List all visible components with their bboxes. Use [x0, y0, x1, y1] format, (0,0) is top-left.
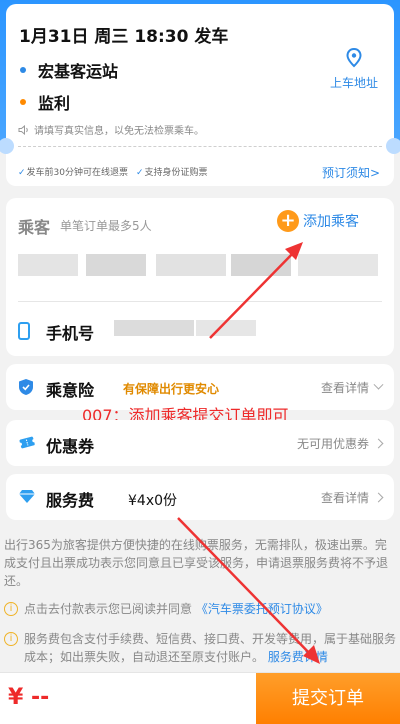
insurance-slogan: 有保障出行更安心 — [123, 382, 220, 396]
location-pin-icon — [346, 48, 362, 68]
blurred-passenger-info — [231, 254, 291, 276]
info-icon: i — [4, 632, 18, 646]
origin-station: 宏基客运站 — [38, 62, 119, 81]
destination-dot-icon — [20, 99, 26, 105]
destination-station: 监利 — [38, 94, 71, 113]
passenger-divider — [18, 301, 382, 302]
blurred-phone-number — [196, 320, 256, 336]
notice-row: 请填写真实信息，以免无法检票乘车。 — [18, 122, 204, 137]
insurance-label: 乘意险 — [46, 381, 95, 400]
service-fee-label: 服务费 — [46, 491, 95, 510]
ticket-notch-right — [386, 138, 400, 154]
check-icon: ✓ — [136, 168, 144, 178]
check-icon: ✓ — [18, 168, 26, 178]
phone-label: 手机号 — [46, 324, 95, 343]
passenger-title: 乘客 — [18, 218, 51, 237]
fee-note-text: 服务费包含支付手续费、短信费、接口费、开发等费用，属于基础服务成本；如出票失败，… — [24, 632, 397, 664]
blurred-passenger-info — [86, 254, 146, 276]
chevron-right-icon — [373, 492, 384, 503]
origin-dot-icon — [20, 67, 26, 73]
service-fee-details-link[interactable]: 查看详情 — [321, 489, 384, 506]
diamond-icon — [19, 490, 35, 503]
service-fee-value: ¥4x0份 — [128, 493, 178, 509]
phone-icon — [18, 322, 30, 340]
plus-icon: + — [277, 210, 299, 232]
insurance-details-link[interactable]: 查看详情 — [321, 379, 384, 396]
agreement-prefix: 点击去付款表示您已阅读并同意 — [24, 602, 193, 616]
coupon-row[interactable]: 优惠券 无可用优惠券 — [6, 420, 394, 466]
speaker-icon — [18, 124, 28, 135]
submit-order-button[interactable]: 提交订单 — [256, 673, 400, 724]
trip-card: 1月31日 周三 18:30 发车 宏基客运站 监利 上车地址 请填写真实信息，… — [0, 4, 400, 186]
add-passenger-label: 添加乘客 — [303, 214, 359, 230]
boarding-address-label: 上车地址 — [329, 76, 378, 90]
blurred-passenger-info — [298, 254, 378, 276]
blurred-passenger-info — [156, 254, 226, 276]
agreement-link[interactable]: 《汽车票委托预订协议》 — [196, 602, 328, 616]
chevron-right-icon — [373, 438, 384, 449]
coupon-value[interactable]: 无可用优惠券 — [297, 435, 384, 452]
service-description: 出行365为旅客提供方便快捷的在线购票服务，无需排队，极速出票。完成支付且出票成… — [4, 538, 389, 588]
add-passenger-button[interactable]: + 添加乘客 — [277, 210, 359, 232]
total-price: ¥ -- — [8, 685, 50, 710]
ticket-notch-left — [0, 138, 14, 154]
service-fee-row[interactable]: 服务费 ¥4x0份 查看详情 — [6, 474, 394, 520]
chevron-down-icon — [373, 379, 384, 390]
passenger-card: 乘客 单笔订单最多5人 + 添加乘客 手机号 — [6, 198, 394, 356]
fee-details-link[interactable]: 服务费详情 — [268, 650, 328, 664]
blurred-phone-number — [114, 320, 194, 336]
blurred-passenger-info — [18, 254, 78, 276]
fee-note-row: i 服务费包含支付手续费、短信费、接口费、开发等费用，属于基础服务成本；如出票失… — [4, 630, 396, 666]
shield-icon — [19, 379, 33, 395]
departure-time-title: 1月31日 周三 18:30 发车 — [19, 27, 229, 47]
coupon-label: 优惠券 — [46, 437, 95, 456]
info-icon: i — [4, 602, 18, 616]
ticket-icon — [18, 436, 36, 449]
tag-online-refund: ✓发车前30分钟可在线退票 — [18, 168, 128, 178]
ticket-divider — [18, 146, 382, 147]
checkout-bar: ¥ -- 提交订单 — [0, 672, 400, 724]
ticket-tags: ✓发车前30分钟可在线退票 ✓支持身份证购票 — [18, 165, 208, 178]
tag-id-card: ✓支持身份证购票 — [136, 168, 208, 178]
passenger-subtitle: 单笔订单最多5人 — [60, 219, 152, 233]
booking-notice-link[interactable]: 预订须知> — [322, 164, 380, 181]
agreement-row: i 点击去付款表示您已阅读并同意 《汽车票委托预订协议》 — [4, 600, 396, 618]
boarding-address-button[interactable]: 上车地址 — [326, 48, 382, 91]
notice-text: 请填写真实信息，以免无法检票乘车。 — [34, 126, 204, 137]
